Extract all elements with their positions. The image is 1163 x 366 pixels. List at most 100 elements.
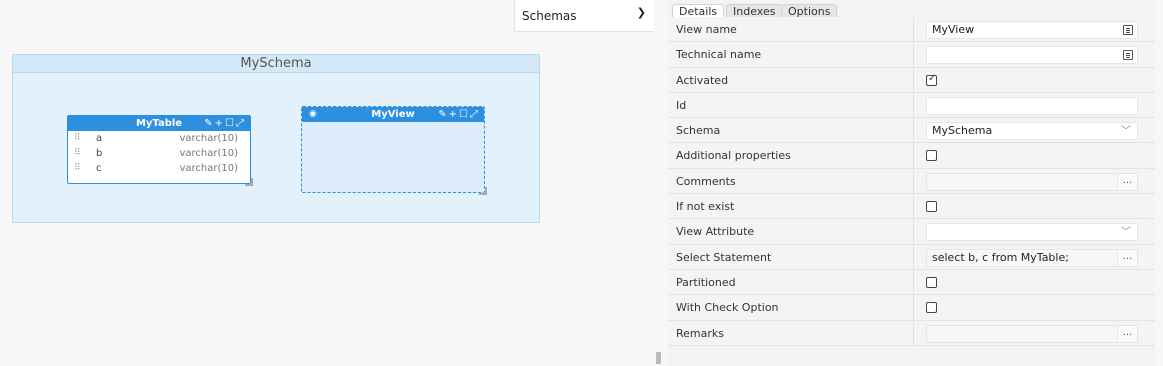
chevron-down-icon[interactable]: ﹀ [1121, 124, 1131, 140]
property-row: Id [668, 92, 1155, 119]
property-row: View name MyView [668, 17, 1155, 43]
drag-handle-icon[interactable]: ⠿ [74, 131, 81, 146]
property-checkbox[interactable] [926, 302, 937, 314]
tab-options[interactable]: Options [781, 4, 838, 18]
table-header[interactable]: MyTable ✎+☐⤢ [68, 116, 250, 131]
property-label: With Check Option [676, 301, 779, 315]
column-separator [913, 92, 914, 118]
view-tools: ✎+☐⤢ [438, 107, 480, 122]
property-row: Schema MySchema ﹀ [668, 118, 1155, 144]
column-separator [913, 320, 914, 345]
property-label: Technical name [676, 48, 762, 62]
diagram-canvas[interactable]: Schemas ❯ MySchema MyTable ✎+☐⤢ ⠿ a varc… [0, 0, 654, 366]
resize-handle[interactable] [245, 178, 253, 186]
column-separator [913, 219, 914, 244]
property-label: Id [676, 98, 687, 112]
property-checkbox[interactable] [926, 276, 937, 288]
property-select[interactable]: MySchema ﹀ [926, 122, 1138, 141]
edit-icon[interactable]: ☐ [225, 118, 236, 129]
property-input[interactable]: ... [926, 324, 1138, 343]
ellipsis-button[interactable]: ... [1117, 249, 1137, 266]
property-input[interactable] [926, 96, 1138, 115]
view-entity[interactable]: ◉ MyView ✎+☐⤢ [301, 106, 487, 195]
tab-indexes[interactable]: Indexes [726, 4, 783, 18]
chevron-down-icon[interactable]: ❯ [637, 6, 646, 19]
property-label: Comments [676, 174, 736, 188]
panel-splitter[interactable] [654, 0, 668, 366]
table-column-row[interactable]: ⠿ b varchar(10) [68, 146, 250, 161]
property-row: With Check Option [668, 295, 1155, 321]
column-type: varchar(10) [179, 163, 238, 174]
add-icon[interactable]: + [215, 118, 225, 129]
property-value: select b, c from MyTable; [932, 250, 1069, 264]
table-entity[interactable]: MyTable ✎+☐⤢ ⠿ a varchar(10) ⠿ b varchar… [67, 115, 253, 186]
column-separator [913, 42, 914, 67]
property-input[interactable]: MyView [926, 21, 1138, 39]
property-input[interactable]: select b, c from MyTable;... [926, 248, 1138, 267]
column-type: varchar(10) [179, 133, 238, 144]
ellipsis-button[interactable]: ... [1117, 325, 1137, 342]
resize-handle[interactable] [479, 187, 487, 195]
column-separator [913, 269, 914, 295]
property-row: Technical name [668, 42, 1155, 68]
view-header[interactable]: ◉ MyView ✎+☐⤢ [302, 107, 484, 122]
pin-icon[interactable]: ✎ [438, 109, 448, 120]
column-separator [913, 244, 914, 269]
property-label: Remarks [676, 326, 724, 340]
property-value: MyView [932, 23, 975, 36]
column-separator [913, 168, 914, 194]
property-label: View name [676, 23, 737, 36]
property-label: Additional properties [676, 149, 791, 163]
property-row: View Attribute ﹀ [668, 219, 1155, 245]
add-icon[interactable]: + [449, 109, 459, 120]
column-separator [913, 17, 914, 42]
property-input[interactable]: ... [926, 172, 1138, 191]
ellipsis-button[interactable]: ... [1117, 173, 1137, 190]
property-input[interactable] [926, 46, 1138, 65]
property-row: Comments... [668, 168, 1155, 195]
drag-handle-icon[interactable]: ⠿ [74, 146, 81, 161]
schema-title: MySchema [13, 55, 539, 73]
expand-icon[interactable]: ⤢ [236, 118, 246, 129]
column-separator [913, 295, 914, 320]
column-name: b [96, 148, 103, 159]
drag-handle-icon[interactable]: ⠿ [74, 161, 81, 176]
schemas-dropdown[interactable]: Schemas ❯ [514, 0, 654, 32]
column-separator [913, 143, 914, 168]
properties-list: View name MyView Technical name Activated Id… [668, 17, 1155, 346]
tab-bar: Details Indexes Options [668, 0, 1155, 18]
expand-icon[interactable]: ⤢ [470, 109, 480, 120]
schema-container[interactable]: MySchema MyTable ✎+☐⤢ ⠿ a varchar(10) ⠿ … [12, 54, 540, 223]
property-label: Activated [676, 73, 729, 87]
list-icon[interactable] [1123, 25, 1133, 35]
column-name: a [96, 133, 103, 144]
pin-icon[interactable]: ✎ [204, 118, 214, 129]
chevron-down-icon[interactable]: ﹀ [1121, 225, 1131, 241]
property-row: If not exist [668, 194, 1155, 220]
property-checkbox[interactable] [926, 73, 937, 86]
property-select[interactable]: ﹀ [926, 223, 1138, 242]
property-label: If not exist [676, 200, 735, 214]
properties-panel: Details Indexes Options View name MyView T… [668, 0, 1155, 366]
table-column-row[interactable]: ⠿ a varchar(10) [68, 131, 250, 146]
property-row: Remarks... [668, 320, 1155, 346]
property-checkbox[interactable] [926, 150, 937, 162]
list-icon[interactable] [1123, 50, 1133, 61]
column-type: varchar(10) [179, 148, 238, 159]
property-checkbox[interactable] [926, 201, 937, 213]
table-column-row[interactable]: ⠿ c varchar(10) [68, 161, 250, 176]
property-row: Activated [668, 67, 1155, 93]
splitter-grip[interactable] [656, 352, 661, 364]
column-name: c [96, 163, 102, 174]
column-separator [913, 194, 914, 219]
column-separator [913, 118, 914, 143]
tab-details[interactable]: Details [672, 4, 725, 18]
property-label: Schema [676, 124, 721, 138]
schemas-dropdown-label: Schemas [522, 9, 577, 23]
property-label: View Attribute [676, 225, 755, 239]
table-tools: ✎+☐⤢ [204, 116, 246, 131]
edit-icon[interactable]: ☐ [459, 109, 470, 120]
property-row: Select Statement select b, c from MyTable… [668, 244, 1155, 270]
scrollbar[interactable] [1155, 0, 1163, 366]
property-label: Partitioned [676, 275, 736, 289]
